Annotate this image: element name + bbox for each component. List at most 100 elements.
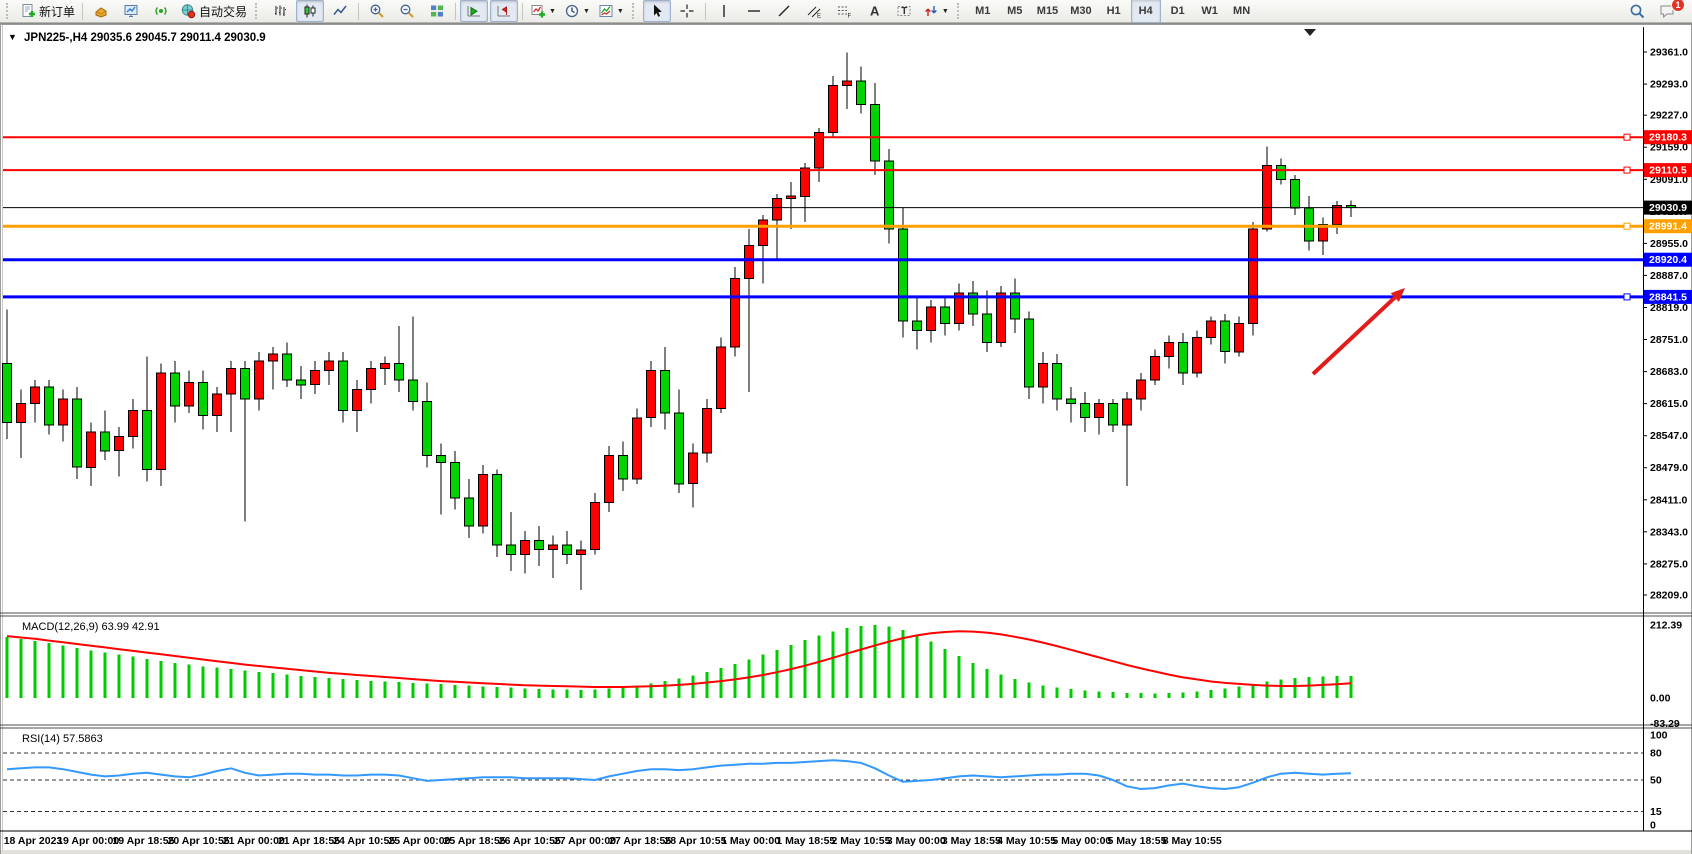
vertical-line-button[interactable] [710, 0, 738, 22]
time-tick-label: 4 May 10:55 [997, 835, 1056, 847]
one-click-trading-toggle-icon[interactable]: ▼ [8, 32, 17, 42]
svg-text:28991.4: 28991.4 [1649, 221, 1687, 233]
chart-window[interactable]: 29361.029293.029227.029159.029091.029023… [0, 23, 1692, 854]
timeframe-m15-button[interactable]: M15 [1032, 0, 1063, 23]
candle-body [661, 371, 670, 413]
timeframe-m30-button[interactable]: M30 [1065, 0, 1096, 23]
price-tick-label: 28343.0 [1650, 526, 1688, 538]
toolbar-grip[interactable] [632, 3, 637, 19]
fibonacci-button[interactable]: F [830, 0, 858, 22]
signal-button[interactable] [147, 0, 175, 22]
toolbar-grip[interactable] [957, 3, 962, 19]
timeframe-d1-button[interactable]: D1 [1163, 0, 1193, 23]
candle-body [521, 540, 530, 554]
candle-body [297, 380, 306, 385]
candle-body [437, 456, 446, 463]
indicators-button[interactable]: ▼ [527, 0, 559, 22]
candle-body [1053, 364, 1062, 399]
candle-body [157, 373, 166, 470]
time-tick-label: 26 Apr 10:55 [499, 835, 561, 847]
line-chart-button[interactable] [326, 0, 354, 22]
price-tick-label: 28275.0 [1650, 558, 1688, 570]
market-watch-button[interactable] [87, 0, 115, 22]
chat-button[interactable]: 1 [1653, 0, 1681, 22]
terminal-monitor-button[interactable] [117, 0, 145, 22]
horizontal-line-icon [746, 3, 762, 19]
bottom-strip [1, 850, 1691, 854]
cursor-button[interactable] [643, 0, 671, 22]
search-button[interactable] [1623, 0, 1651, 22]
candle-body [1095, 404, 1104, 418]
candle-chart-button[interactable] [296, 0, 324, 22]
candle-body [227, 368, 236, 394]
timeframe-h4-button[interactable]: H4 [1131, 0, 1161, 23]
price-tag-29030.9: 29030.9 [1644, 201, 1692, 215]
periods-clock-icon [564, 3, 580, 19]
chart-canvas[interactable]: 29361.029293.029227.029159.029091.029023… [0, 24, 1692, 854]
line-anchor-handle[interactable] [1624, 134, 1630, 140]
candle-body [591, 503, 600, 550]
chart-background[interactable] [0, 24, 1692, 854]
templates-button[interactable]: ▼ [595, 0, 627, 22]
candle-body [1081, 404, 1090, 418]
notification-badge: 1 [1671, 0, 1685, 12]
price-tick-label: 28887.0 [1650, 270, 1688, 282]
timeframe-w1-button[interactable]: W1 [1195, 0, 1225, 23]
bar-chart-button[interactable] [266, 0, 294, 22]
time-tick-label: 19 Apr 18:55 [112, 835, 174, 847]
arrows-button[interactable]: ▼ [920, 0, 952, 22]
zoom-out-button[interactable] [393, 0, 421, 22]
text-label-button[interactable]: T [890, 0, 918, 22]
candle-body [423, 401, 432, 455]
equidistant-channel-icon: E [806, 3, 822, 19]
time-axis[interactable]: 18 Apr 202319 Apr 00:0019 Apr 18:5520 Ap… [4, 835, 1222, 847]
new-order-button[interactable]: 新订单 [17, 0, 78, 22]
candle-body [493, 474, 502, 545]
equidistant-channel-button[interactable]: E [800, 0, 828, 22]
price-tick-label: 28209.0 [1650, 590, 1688, 602]
time-tick-label: 5 May 18:55 [1108, 835, 1167, 847]
rsi-scale-label: 80 [1650, 748, 1662, 760]
candle-chart-icon [302, 3, 318, 19]
zoom-in-button[interactable] [363, 0, 391, 22]
toolbar-grip[interactable] [255, 3, 260, 19]
time-tick-label: 28 Apr 10:55 [664, 835, 726, 847]
timeframe-mn-button[interactable]: MN [1227, 0, 1257, 23]
autotrade-button[interactable]: 自动交易 [177, 0, 250, 22]
candle-body [563, 545, 572, 554]
candle-body [87, 432, 96, 467]
time-tick-label: 3 May 00:00 [887, 835, 946, 847]
chart-shift-button[interactable] [490, 0, 518, 22]
price-tick-label: 28479.0 [1650, 462, 1688, 474]
line-anchor-handle[interactable] [1624, 294, 1630, 300]
line-anchor-handle[interactable] [1624, 167, 1630, 173]
svg-text:29110.5: 29110.5 [1649, 165, 1687, 177]
candle-body [675, 413, 684, 484]
toolbar-right-group: 1 [1622, 0, 1682, 22]
text-button[interactable]: A [860, 0, 888, 22]
candle-body [199, 382, 208, 415]
candle-body [535, 540, 544, 549]
price-tick-label: 29293.0 [1650, 79, 1688, 91]
autotrade-label: 自动交易 [199, 3, 247, 20]
crosshair-button[interactable] [673, 0, 701, 22]
time-tick-label: 21 Apr 00:00 [223, 835, 285, 847]
price-tick-label: 28547.0 [1650, 430, 1688, 442]
auto-scroll-button[interactable] [460, 0, 488, 22]
toolbar-grip[interactable] [6, 3, 11, 19]
timeframe-m1-button[interactable]: M1 [968, 0, 998, 23]
timeframe-m5-button[interactable]: M5 [1000, 0, 1030, 23]
rsi-scale-label: 50 [1650, 775, 1662, 787]
candle-body [1291, 180, 1300, 208]
candle-body [353, 390, 362, 411]
macd-scale-label: 0.00 [1650, 693, 1671, 705]
line-anchor-handle[interactable] [1624, 223, 1630, 229]
trend-line-button[interactable] [770, 0, 798, 22]
tile-windows-button[interactable] [423, 0, 451, 22]
candle-body [773, 199, 782, 220]
periods-clock-button[interactable]: ▼ [561, 0, 593, 22]
svg-text:28920.4: 28920.4 [1649, 254, 1687, 266]
horizontal-line-button[interactable] [740, 0, 768, 22]
timeframe-h1-button[interactable]: H1 [1099, 0, 1129, 23]
candle-body [997, 293, 1006, 343]
